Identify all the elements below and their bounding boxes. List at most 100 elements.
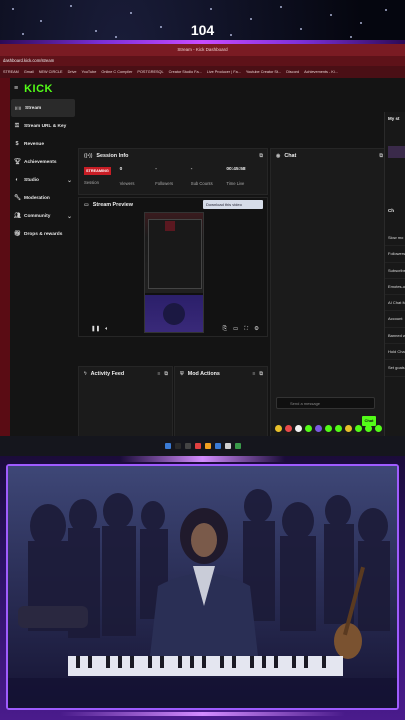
session-info-header: ((•)) Session Info ⧉ <box>79 149 267 163</box>
star <box>210 8 212 10</box>
chevron-down-icon[interactable]: ⌄ <box>67 213 72 220</box>
volume-icon[interactable]: 🔈︎ <box>105 326 108 333</box>
sidebar-item-revenue[interactable]: $ Revenue <box>10 135 76 153</box>
clip-icon[interactable]: ⎘ <box>223 326 227 333</box>
right-title-1: My st <box>388 116 400 121</box>
popout-icon[interactable]: ⧉ <box>259 153 263 159</box>
emote-icon[interactable] <box>365 425 372 432</box>
chat-setting-item[interactable]: Followers <box>385 246 405 263</box>
chat-setting-item[interactable]: Set goals <box>385 360 405 377</box>
filter-icon[interactable]: ≡ <box>158 371 161 377</box>
browser-icon[interactable] <box>214 443 221 449</box>
fullscreen-icon[interactable]: ⛶ <box>244 326 248 333</box>
frame-glow <box>120 456 285 462</box>
preview-controls: ❚❚ 🔈︎ ⎘ ▭ ⛶ ⚙ <box>79 322 265 336</box>
bookmark-item[interactable]: Creator Studio Fa... <box>169 66 202 78</box>
bookmarks-bar: STREAM Gmail NEW CIRCLE Drive YouTube Online … <box>0 66 405 78</box>
download-video-button[interactable]: Download this video <box>203 200 263 209</box>
bookmark-item[interactable]: Gmail <box>24 66 34 78</box>
emote-icon[interactable] <box>275 425 282 432</box>
right-settings-column: My st Ch Slow mo Followers Subscribe Emotes… <box>384 112 405 436</box>
address-bar[interactable]: dashboard.kick.com/stream <box>0 56 405 66</box>
chat-setting-item[interactable]: Slow mo <box>385 230 405 247</box>
stream-preview-title: Stream Preview <box>92 202 133 208</box>
palette-icon: ◐ <box>15 177 19 183</box>
people-icon: 👥︎ <box>14 213 21 219</box>
sidebar-item-label: Revenue <box>24 141 44 147</box>
chat-setting-item[interactable]: Hold Cha <box>385 344 405 361</box>
send-chat-button[interactable]: Chat <box>362 416 376 426</box>
settings-icon[interactable]: ⚙ <box>254 326 259 333</box>
lightning-icon: ϟ <box>84 371 87 377</box>
menu-icon[interactable]: ≡ <box>14 85 18 92</box>
chat-setting-item[interactable]: Banned w <box>385 328 405 345</box>
sidebar-item-label: Stream <box>25 105 42 111</box>
folder-icon[interactable] <box>204 443 211 449</box>
start-icon[interactable] <box>164 443 171 449</box>
chevron-down-icon[interactable]: ⌄ <box>67 177 72 184</box>
emote-icon[interactable] <box>345 425 352 432</box>
top-nav: ≡ KICK <box>10 78 405 99</box>
bookmark-item[interactable]: YouTube <box>81 66 96 78</box>
sidebar-item-achievements[interactable]: 🏆︎ Achievements <box>10 153 76 171</box>
kick-logo[interactable]: KICK <box>24 83 53 95</box>
stat-viewers: 0 Viewers <box>119 167 135 186</box>
dollar-icon: $ <box>15 141 19 147</box>
emote-icon[interactable] <box>295 425 302 432</box>
popout-icon[interactable]: ⧉ <box>379 153 383 159</box>
bookmark-item[interactable]: Youtube Creator St... <box>246 66 281 78</box>
sidebar-item-drops-rewards[interactable]: 🎁︎ Drops & rewards <box>10 225 76 243</box>
chat-setting-item[interactable]: Emotes-o <box>385 279 405 296</box>
chat-setting-item[interactable]: Account <box>385 311 405 328</box>
app-icon[interactable] <box>194 443 201 449</box>
chat-input[interactable]: Send a message <box>276 397 375 409</box>
emote-icon[interactable] <box>285 425 292 432</box>
sidebar-item-stream-url-key[interactable]: ⚿ Stream URL & Key <box>10 117 76 135</box>
app-icon[interactable] <box>224 443 231 449</box>
emote-icon[interactable] <box>375 425 382 432</box>
sidebar-item-studio[interactable]: ◐ Studio ⌄ <box>10 171 76 189</box>
window-title: Stream - Kick Dashboard <box>0 44 405 56</box>
activity-feed-panel: ϟ Activity Feed ≡ ⧉ <box>78 366 173 436</box>
bookmark-item[interactable]: Online C Compiler <box>101 66 132 78</box>
popout-icon[interactable]: ⧉ <box>259 371 263 377</box>
chat-panel: ◉ Chat ⧉ <box>270 148 392 436</box>
bookmark-item[interactable]: STREAM <box>3 66 19 78</box>
emote-icon[interactable] <box>305 425 312 432</box>
search-icon[interactable] <box>174 443 181 449</box>
sidebar-item-community[interactable]: 👥︎ Community ⌄ <box>10 207 76 225</box>
stream-preview-video[interactable] <box>144 212 204 333</box>
sidebar-item-stream[interactable]: ((•)) Stream <box>11 99 75 117</box>
emote-icon[interactable] <box>355 425 362 432</box>
streaming-badge: STREAMING <box>84 167 111 175</box>
pause-icon[interactable]: ❚❚ <box>91 326 100 332</box>
theater-icon[interactable]: ▭ <box>233 326 238 333</box>
bookmark-item[interactable]: Discord <box>286 66 299 78</box>
emote-icon[interactable] <box>325 425 332 432</box>
frame-glow-bottom <box>60 712 345 716</box>
taskview-icon[interactable] <box>184 443 191 449</box>
gift-icon: 🎁︎ <box>14 231 21 237</box>
bookmark-item[interactable]: Live Producer | Fa... <box>207 66 241 78</box>
emote-icon[interactable] <box>335 425 342 432</box>
bookmark-item[interactable]: Achievements - Ki... <box>304 66 338 78</box>
chat-setting-item[interactable]: Subscribe <box>385 263 405 279</box>
star <box>70 5 72 7</box>
character-collage-image <box>8 466 397 708</box>
session-stats: STREAMING Session 0 Viewers - Followers … <box>79 163 267 186</box>
kick-dashboard: ≡ KICK ((•)) Stream ⚿ Stream URL & Key $ Reve… <box>10 78 405 436</box>
bookmark-item[interactable]: Drive <box>68 66 77 78</box>
sidebar-item-label: Stream URL & Key <box>24 123 67 129</box>
sidebar-item-moderation[interactable]: 🔧︎ Moderation <box>10 189 76 207</box>
facecam-frame <box>0 456 405 720</box>
popout-icon[interactable]: ⧉ <box>164 371 168 377</box>
emote-icon[interactable] <box>315 425 322 432</box>
bookmark-item[interactable]: NEW CIRCLE <box>39 66 63 78</box>
sidebar-item-label: Moderation <box>24 195 50 201</box>
mod-actions-header: ⛨ Mod Actions ≡ ⧉ <box>175 367 267 381</box>
stat-sub-counts: - Sub Counts <box>190 167 213 186</box>
app-icon[interactable] <box>234 443 241 449</box>
filter-icon[interactable]: ≡ <box>253 371 256 377</box>
chat-setting-item[interactable]: AI Chat M <box>385 295 405 312</box>
bookmark-item[interactable]: POSTGRESQL <box>137 66 163 78</box>
